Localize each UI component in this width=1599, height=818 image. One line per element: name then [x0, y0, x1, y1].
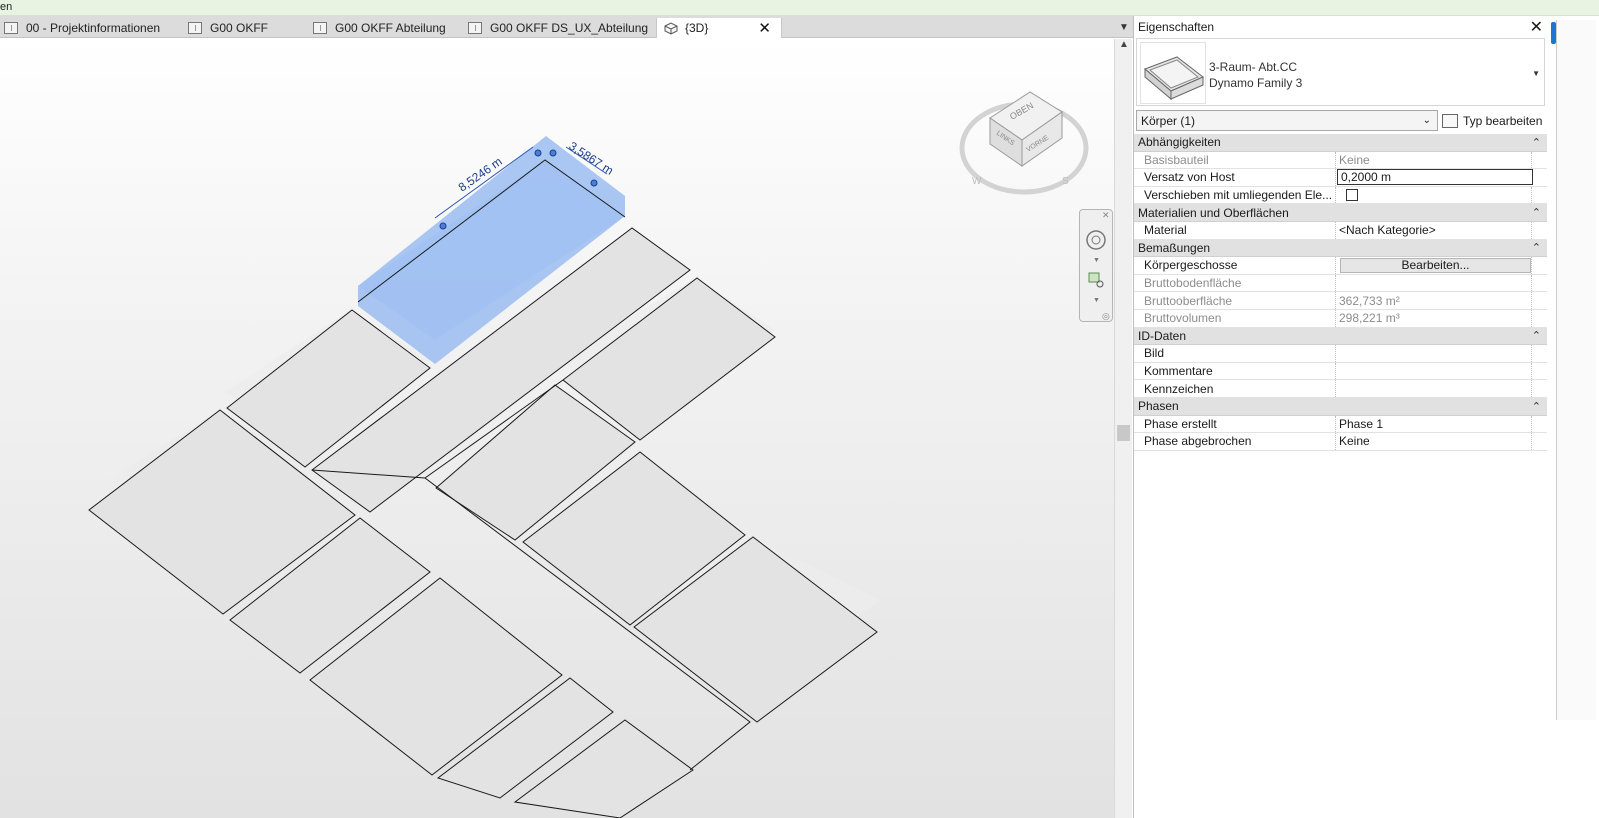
- mark-value[interactable]: [1336, 380, 1532, 397]
- tab-3d[interactable]: {3D} ✕: [656, 18, 782, 38]
- comments-value[interactable]: [1336, 362, 1532, 380]
- property-row: Kennzeichen: [1134, 380, 1547, 398]
- tab-g00-okff[interactable]: G00 OKFF: [188, 18, 268, 38]
- collapse-icon[interactable]: ⌃: [1532, 241, 1541, 254]
- tab-projektinformationen[interactable]: 00 - Projektinformationen: [4, 18, 160, 38]
- tab-label: {3D}: [685, 21, 709, 35]
- viewport-scrollbar[interactable]: ▲: [1114, 39, 1132, 818]
- property-row: Bruttobodenfläche: [1134, 274, 1547, 293]
- adjacent-panel: [1556, 20, 1596, 720]
- property-row: Material <Nach Kategorie>: [1134, 221, 1547, 240]
- collapse-icon[interactable]: ⌃: [1532, 400, 1541, 413]
- right-panel-edge: [1547, 16, 1599, 818]
- tab-label: G00 OKFF: [210, 21, 269, 35]
- tab-menu-button[interactable]: ▼: [1116, 16, 1132, 38]
- navbar-options-icon: ◎: [1102, 311, 1110, 321]
- close-tab-icon[interactable]: ✕: [758, 19, 771, 37]
- property-row: Bruttooberfläche 362,733 m²: [1134, 292, 1547, 310]
- tab-g00-okff-abteilung[interactable]: G00 OKFF Abteilung: [313, 18, 446, 38]
- tab-label: G00 OKFF DS_UX_Abteilung: [490, 21, 649, 35]
- close-properties-icon[interactable]: ✕: [1530, 17, 1543, 37]
- type-name: Dynamo Family 3: [1209, 76, 1303, 90]
- navbar-close-icon: ✕: [1102, 210, 1110, 220]
- chevron-down-icon: ▼: [1093, 257, 1100, 264]
- plan-view-icon: [313, 22, 327, 34]
- chevron-down-icon: ⌄: [1422, 115, 1431, 126]
- chevron-down-icon: ▼: [1093, 297, 1100, 304]
- property-row: Versatz von Host 0,2000 m: [1134, 169, 1547, 187]
- edit-type-button[interactable]: Typ bearbeiten: [1442, 110, 1542, 131]
- collapse-icon[interactable]: ⌃: [1532, 329, 1541, 342]
- view-tab-bar: 00 - Projektinformationen G00 OKFF G00 O…: [0, 16, 1136, 38]
- type-selector-dropdown-icon[interactable]: ▼: [1532, 69, 1540, 78]
- plan-view-icon: [468, 22, 482, 34]
- top-strip: en: [0, 0, 1599, 16]
- tab-g00-okff-ds-ux-abteilung[interactable]: G00 OKFF DS_UX_Abteilung: [468, 18, 648, 38]
- group-header-identity-data[interactable]: ID-Daten ⌃: [1134, 327, 1547, 346]
- properties-header: Eigenschaften ✕: [1134, 16, 1547, 38]
- navigation-bar-icons: ✕ ▼ ▼ ◎: [1086, 210, 1110, 321]
- group-header-constraints[interactable]: Abhängigkeiten ⌃: [1134, 134, 1547, 152]
- type-family-name: 3-Raum- Abt.CC: [1209, 60, 1298, 74]
- phase-created-value[interactable]: Phase 1: [1336, 415, 1532, 433]
- tab-label: 00 - Projektinformationen: [26, 21, 161, 35]
- property-row: Kommentare: [1134, 362, 1547, 381]
- properties-palette: Eigenschaften ✕ 3-Raum- Abt.CC Dynamo Fam…: [1133, 16, 1547, 818]
- group-header-dimensions[interactable]: Bemaßungen ⌃: [1134, 239, 1547, 258]
- image-value[interactable]: [1336, 345, 1532, 362]
- property-row: Körpergeschosse Bearbeiten...: [1134, 257, 1547, 275]
- instance-filter-value: Körper (1): [1141, 113, 1196, 128]
- instance-filter-select[interactable]: Körper (1) ⌄: [1136, 110, 1438, 131]
- top-strip-text: en: [0, 1, 13, 13]
- edit-mass-floors-button[interactable]: Bearbeiten...: [1340, 257, 1531, 273]
- property-row: Phase erstellt Phase 1: [1134, 415, 1547, 434]
- type-selector[interactable]: 3-Raum- Abt.CC Dynamo Family 3 ▼: [1136, 38, 1545, 106]
- property-row: Phase abgebrochen Keine: [1134, 433, 1547, 451]
- scroll-thumb[interactable]: [1117, 425, 1130, 441]
- group-header-phasing[interactable]: Phasen ⌃: [1134, 397, 1547, 416]
- zoom-region-icon: [1088, 272, 1100, 283]
- plan-view-icon: [188, 22, 202, 34]
- offset-from-host-input[interactable]: 0,2000 m: [1337, 169, 1533, 186]
- tab-label: G00 OKFF Abteilung: [335, 21, 446, 35]
- compass-west-label: W: [972, 176, 982, 187]
- 3d-view-icon: [664, 22, 678, 35]
- group-header-materials[interactable]: Materialien und Oberflächen ⌃: [1134, 204, 1547, 222]
- type-preview-thumbnail: [1140, 42, 1206, 104]
- material-value[interactable]: <Nach Kategorie>: [1336, 221, 1532, 239]
- edit-type-icon: [1442, 113, 1458, 128]
- model-canvas[interactable]: 8,5246 m 3,5867 m OBEN LINKS VORNE W S: [0, 39, 1114, 818]
- phase-demolished-value[interactable]: Keine: [1336, 433, 1532, 450]
- compass-south-label: S: [1062, 176, 1069, 187]
- edit-type-label: Typ bearbeiten: [1463, 113, 1543, 128]
- scroll-up-icon[interactable]: ▲: [1115, 39, 1133, 55]
- sheet-view-icon: [4, 22, 18, 34]
- properties-grid: Abhängigkeiten ⌃ Basisbauteil Keine Versat…: [1134, 134, 1547, 451]
- properties-title: Eigenschaften: [1138, 20, 1215, 34]
- collapse-icon[interactable]: ⌃: [1532, 136, 1541, 149]
- property-row: Basisbauteil Keine: [1134, 151, 1547, 170]
- property-row: Bruttovolumen 298,221 m³: [1134, 309, 1547, 328]
- move-with-nearby-checkbox[interactable]: [1346, 189, 1358, 202]
- 3d-viewport[interactable]: 8,5246 m 3,5867 m OBEN LINKS VORNE W S: [0, 39, 1114, 818]
- viewcube[interactable]: OBEN LINKS VORNE W S: [959, 91, 1089, 195]
- property-row: Bild: [1134, 345, 1547, 363]
- property-row: Verschieben mit umliegenden Ele...: [1134, 186, 1547, 205]
- navigation-bar: ✕ ▼ ▼ ◎: [1079, 209, 1113, 322]
- steering-wheel-icon: [1086, 230, 1106, 250]
- collapse-icon[interactable]: ⌃: [1532, 206, 1541, 219]
